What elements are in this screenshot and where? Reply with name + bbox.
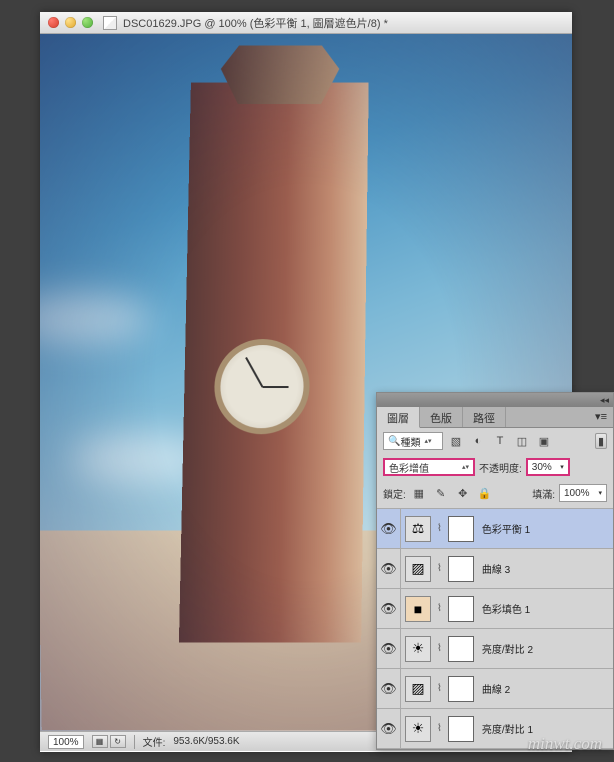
opacity-label: 不透明度: [479,460,522,475]
panel-tabs: 圖層 色版 路徑 ▾≡ [377,407,613,428]
visibility-toggle[interactable]: 👁 [377,629,401,668]
collapse-icon[interactable]: ◂◂ [600,395,609,406]
visibility-toggle[interactable]: 👁 [377,709,401,748]
filter-smart-icon[interactable]: ▣ [535,433,553,449]
visibility-toggle[interactable]: 👁 [377,669,401,708]
rotate-icon[interactable]: ↻ [110,735,126,748]
visibility-toggle[interactable]: 👁 [377,549,401,588]
layer-row[interactable]: 👁▨ ⌇ 曲線 2 [377,669,613,709]
lock-label: 鎖定: [383,486,406,501]
status-icons: ▦ ↻ [92,735,126,748]
filter-adjust-icon[interactable]: ◐ [469,433,487,449]
layer-mask[interactable] [448,636,474,662]
layer-row[interactable]: 👁■ ⌇ 色彩填色 1 [377,589,613,629]
window-title: DSC01629.JPG @ 100% (色彩平衡 1, 圖層遮色片/8) * [123,15,388,31]
panel-menu-icon[interactable]: ▾≡ [506,407,613,427]
adjustment-icon: ⚖ [405,516,431,542]
lock-all-icon[interactable]: 🔒 [476,485,494,501]
lock-position-icon[interactable]: ✥ [454,485,472,501]
panel-header: ◂◂ [377,393,613,407]
title-bar: DSC01629.JPG @ 100% (色彩平衡 1, 圖層遮色片/8) * [40,12,572,34]
lock-pixels-icon[interactable]: ✎ [432,485,450,501]
layer-name: 色彩填色 1 [482,601,530,616]
opacity-field[interactable]: 30% ▾ [526,458,570,476]
layer-name: 曲線 2 [482,681,510,696]
layer-name: 亮度/對比 1 [482,721,533,736]
layer-mask[interactable] [448,596,474,622]
lock-row: 鎖定: ▦ ✎ ✥ 🔒 填滿: 100% ▾ [377,480,613,509]
link-icon: ⌇ [437,643,442,654]
fill-field[interactable]: 100% ▾ [559,484,607,502]
file-size-label: 文件: [143,734,166,749]
layer-mask[interactable] [448,716,474,742]
zoom-button[interactable] [82,17,93,28]
layers-list: 👁⚖⌇色彩平衡 1👁▨⌇曲線 3👁■⌇色彩填色 1👁☀⌇亮度/對比 2👁▨⌇曲線… [377,509,613,749]
link-icon: ⌇ [437,683,442,694]
filter-shape-icon[interactable]: ◫ [513,433,531,449]
filter-kind-label: 種類 [400,434,420,449]
fill-label: 填滿: [532,486,555,501]
file-type-icon [103,16,117,30]
layer-row[interactable]: 👁⚖ ⌇ 色彩平衡 1 [377,509,613,549]
link-icon: ⌇ [437,603,442,614]
layer-mask[interactable] [448,556,474,582]
adjustment-icon: ▨ [405,676,431,702]
tab-paths[interactable]: 路徑 [463,407,506,427]
adjustment-icon: ☀ [405,636,431,662]
filter-toggle[interactable]: ▮ [595,433,607,449]
layer-name: 亮度/對比 2 [482,641,533,656]
filter-row: 🔍 種類 ▴▾ ▧ ◐ T ◫ ▣ ▮ [377,428,613,454]
tab-layers[interactable]: 圖層 [377,407,420,428]
layer-mask[interactable] [448,676,474,702]
adjustment-icon: ▨ [405,556,431,582]
link-icon: ⌇ [437,523,442,534]
fill-value: 100% [564,488,590,499]
blend-row: 色彩增值 ▴▾ 不透明度: 30% ▾ [377,454,613,480]
close-button[interactable] [48,17,59,28]
blend-mode-value: 色彩增值 [389,460,429,475]
minimize-button[interactable] [65,17,76,28]
filter-pixel-icon[interactable]: ▧ [447,433,465,449]
blend-mode-dropdown[interactable]: 色彩增值 ▴▾ [383,458,475,476]
adjustment-icon: ☀ [405,716,431,742]
layers-panel: ◂◂ 圖層 色版 路徑 ▾≡ 🔍 種類 ▴▾ ▧ ◐ T ◫ ▣ ▮ 色彩增值 … [376,392,614,750]
tab-channels[interactable]: 色版 [420,407,463,427]
watermark: minwt.com [528,734,602,754]
filter-type-icon[interactable]: T [491,433,509,449]
layer-name: 色彩平衡 1 [482,521,530,536]
link-icon: ⌇ [437,723,442,734]
link-icon: ⌇ [437,563,442,574]
visibility-toggle[interactable]: 👁 [377,509,401,548]
layer-mask[interactable] [448,516,474,542]
file-size-value: 953.6K/953.6K [173,736,239,747]
filter-kind-dropdown[interactable]: 🔍 種類 ▴▾ [383,432,443,450]
layer-row[interactable]: 👁☀ ⌇ 亮度/對比 2 [377,629,613,669]
opacity-value: 30% [532,462,552,473]
adjustment-icon: ■ [405,596,431,622]
layer-name: 曲線 3 [482,561,510,576]
visibility-toggle[interactable]: 👁 [377,589,401,628]
zoom-field[interactable]: 100% [48,735,84,749]
lock-transparency-icon[interactable]: ▦ [410,485,428,501]
layer-row[interactable]: 👁▨ ⌇ 曲線 3 [377,549,613,589]
window-controls [48,17,93,28]
view-icon[interactable]: ▦ [92,735,108,748]
